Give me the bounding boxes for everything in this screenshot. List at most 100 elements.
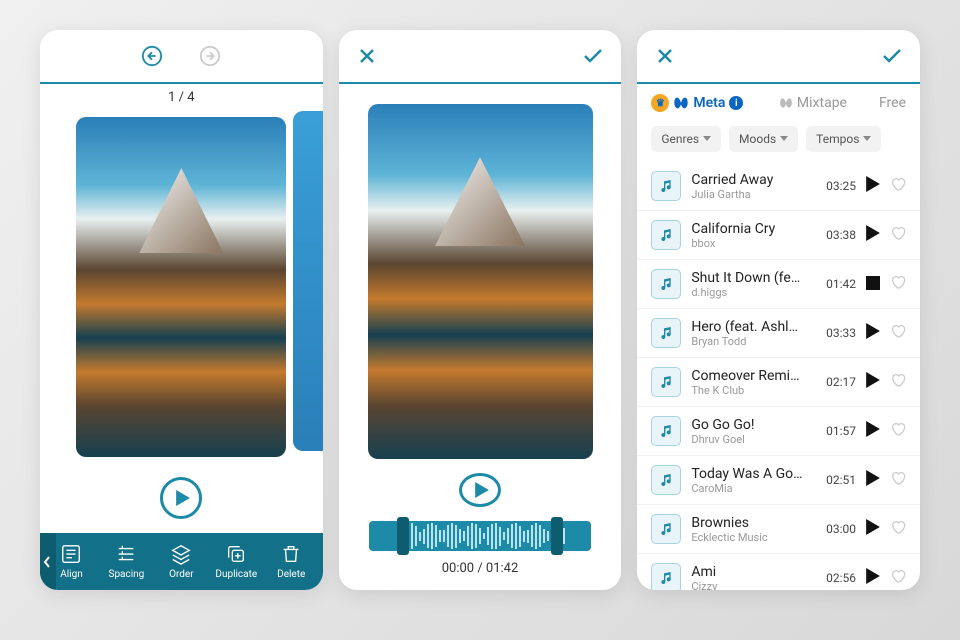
editor-panel: 1 / 4 GI DI Align Spacing Order bbox=[40, 30, 323, 590]
track-row[interactable]: Shut It Down (fe…d.higgs 01:42 bbox=[637, 260, 920, 309]
track-row[interactable]: Today Was A Go…CaroMia 02:51 bbox=[637, 456, 920, 505]
chevron-down-icon bbox=[780, 136, 788, 142]
track-play-button[interactable] bbox=[866, 372, 880, 392]
track-artist: Dhruv Goel bbox=[691, 433, 816, 446]
chevron-down-icon bbox=[703, 136, 711, 142]
track-duration: 02:51 bbox=[826, 473, 856, 487]
tab-free[interactable]: Free bbox=[879, 95, 906, 111]
track-play-button[interactable] bbox=[866, 323, 880, 343]
track-title: Today Was A Go… bbox=[691, 466, 816, 482]
filter-moods[interactable]: Moods bbox=[729, 126, 798, 152]
close-button[interactable] bbox=[651, 42, 679, 70]
track-info: Today Was A Go…CaroMia bbox=[691, 466, 816, 495]
favorite-button[interactable] bbox=[890, 274, 906, 294]
track-info: Comeover Remi…The K Club bbox=[691, 368, 816, 397]
filter-genres[interactable]: Genres bbox=[651, 126, 721, 152]
trim-handle-right[interactable] bbox=[551, 517, 563, 555]
track-title: Brownies bbox=[691, 515, 816, 531]
track-info: Go Go Go!Dhruv Goel bbox=[691, 417, 816, 446]
track-title: Comeover Remi… bbox=[691, 368, 816, 384]
topbar bbox=[40, 30, 323, 84]
track-info: Hero (feat. Ashl…Bryan Todd bbox=[691, 319, 816, 348]
favorite-button[interactable] bbox=[890, 323, 906, 343]
favorite-button[interactable] bbox=[890, 176, 906, 196]
trim-handle-left[interactable] bbox=[397, 517, 409, 555]
track-row[interactable]: Comeover Remi…The K Club02:17 bbox=[637, 358, 920, 407]
tab-meta[interactable]: ♛ Meta i bbox=[651, 94, 743, 112]
play-button[interactable] bbox=[459, 473, 501, 507]
redo-button[interactable] bbox=[196, 42, 224, 70]
favorite-button[interactable] bbox=[890, 372, 906, 392]
track-play-button[interactable] bbox=[866, 176, 880, 196]
confirm-button[interactable] bbox=[878, 42, 906, 70]
timestamp: 00:00 / 01:42 bbox=[339, 551, 622, 590]
track-info: AmiCizzy bbox=[691, 564, 816, 591]
favorite-button[interactable] bbox=[890, 568, 906, 588]
music-note-icon bbox=[651, 563, 681, 590]
track-row[interactable]: Carried AwayJulia Gartha03:25 bbox=[637, 162, 920, 211]
music-note-icon bbox=[651, 220, 681, 250]
track-info: Carried AwayJulia Gartha bbox=[691, 172, 816, 201]
spacing-tool[interactable]: Spacing bbox=[99, 543, 154, 580]
trim-panel: 00:00 / 01:42 bbox=[339, 30, 622, 590]
chevron-down-icon bbox=[863, 136, 871, 142]
next-slide-peek[interactable] bbox=[293, 111, 323, 451]
meta-icon bbox=[779, 96, 793, 110]
track-duration: 03:38 bbox=[826, 228, 856, 242]
music-note-icon bbox=[651, 269, 681, 299]
favorite-button[interactable] bbox=[890, 519, 906, 539]
music-note-icon bbox=[651, 465, 681, 495]
meta-icon bbox=[673, 95, 689, 111]
track-row[interactable]: Hero (feat. Ashl…Bryan Todd03:33 bbox=[637, 309, 920, 358]
close-button[interactable] bbox=[353, 42, 381, 70]
play-button[interactable] bbox=[160, 477, 202, 519]
track-list[interactable]: Carried AwayJulia Gartha03:25California … bbox=[637, 162, 920, 590]
track-play-button[interactable] bbox=[866, 225, 880, 245]
track-artist: Ecklectic Music bbox=[691, 531, 816, 544]
track-row[interactable]: BrowniesEcklectic Music03:00 bbox=[637, 505, 920, 554]
music-note-icon bbox=[651, 318, 681, 348]
track-row[interactable]: California Crybbox 03:38 bbox=[637, 211, 920, 260]
track-artist: Cizzy bbox=[691, 580, 816, 591]
favorite-button[interactable] bbox=[890, 421, 906, 441]
track-info: BrowniesEcklectic Music bbox=[691, 515, 816, 544]
track-artist: bbox bbox=[691, 237, 816, 250]
undo-button[interactable] bbox=[138, 42, 166, 70]
favorite-button[interactable] bbox=[890, 225, 906, 245]
track-play-button[interactable] bbox=[866, 421, 880, 441]
track-row[interactable]: AmiCizzy02:56 bbox=[637, 554, 920, 590]
favorite-button[interactable] bbox=[890, 470, 906, 490]
waveform-bars bbox=[399, 523, 565, 549]
slide-card[interactable] bbox=[76, 117, 286, 457]
track-title: Go Go Go! bbox=[691, 417, 816, 433]
track-title: Carried Away bbox=[691, 172, 816, 188]
track-artist: Bryan Todd bbox=[691, 335, 816, 348]
music-note-icon bbox=[651, 367, 681, 397]
track-play-button[interactable] bbox=[866, 568, 880, 588]
track-title: California Cry bbox=[691, 221, 816, 237]
music-note-icon bbox=[651, 514, 681, 544]
track-duration: 01:42 bbox=[826, 277, 856, 291]
track-title: Ami bbox=[691, 564, 816, 580]
filter-chips: Genres Moods Tempos bbox=[637, 122, 920, 162]
music-note-icon bbox=[651, 171, 681, 201]
track-artist: The K Club bbox=[691, 384, 816, 397]
filter-tempos[interactable]: Tempos bbox=[806, 126, 881, 152]
track-artist: Julia Gartha bbox=[691, 188, 816, 201]
canvas-viewer[interactable]: GI DI bbox=[40, 111, 323, 463]
delete-tool[interactable]: Delete bbox=[264, 543, 319, 580]
tab-mixtape[interactable]: Mixtape bbox=[779, 95, 847, 111]
audio-trimmer[interactable] bbox=[369, 521, 592, 551]
track-play-button[interactable] bbox=[866, 519, 880, 539]
info-icon[interactable]: i bbox=[729, 96, 743, 110]
duplicate-tool[interactable]: Duplicate bbox=[209, 543, 264, 580]
track-row[interactable]: Go Go Go!Dhruv Goel01:57 bbox=[637, 407, 920, 456]
track-play-button[interactable] bbox=[866, 275, 880, 294]
crown-icon: ♛ bbox=[651, 94, 669, 112]
confirm-button[interactable] bbox=[579, 42, 607, 70]
track-info: Shut It Down (fe…d.higgs bbox=[691, 270, 816, 299]
order-tool[interactable]: Order bbox=[154, 543, 209, 580]
toolbar-back-button[interactable] bbox=[40, 533, 56, 590]
music-note-icon bbox=[651, 416, 681, 446]
track-play-button[interactable] bbox=[866, 470, 880, 490]
